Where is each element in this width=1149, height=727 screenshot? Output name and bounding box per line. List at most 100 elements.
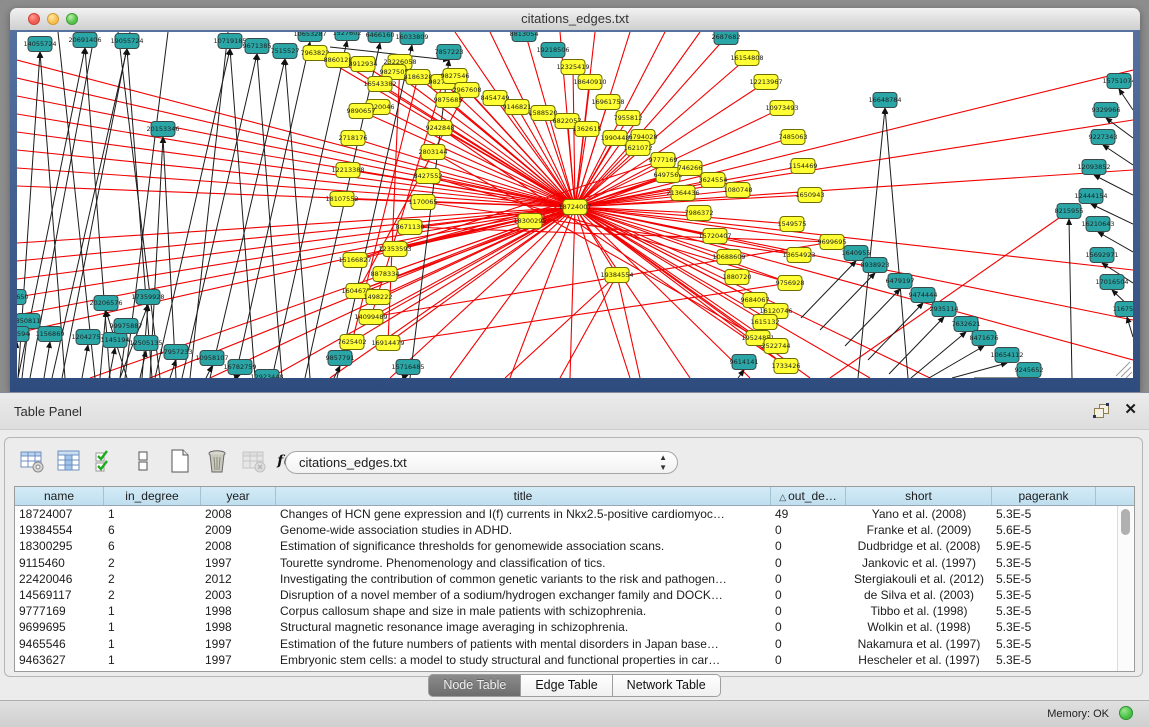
column-header-short[interactable]: short (846, 487, 992, 505)
canvas-resize-grip[interactable] (1116, 362, 1132, 378)
table-row[interactable]: 2242004622012Investigating the contribut… (15, 571, 1134, 587)
graph-node-label: 1362615 (573, 125, 602, 133)
table-row[interactable]: 911546021997Tourette syndrome. Phenomeno… (15, 555, 1134, 571)
table-row[interactable]: 977716911998Corpus callosum shape and si… (15, 603, 1134, 619)
graph-node-label: 7986372 (685, 209, 714, 217)
table-cell: Estimation of the future numbers of pati… (276, 636, 771, 652)
column-header-out_de[interactable]: △out_de… (771, 487, 846, 505)
table-cell: 5.3E-5 (992, 652, 1096, 668)
dropdown-value: citations_edges.txt (299, 455, 407, 470)
graph-node-label: 15166827 (338, 256, 371, 264)
table-cell: 2012 (201, 571, 276, 587)
select-columns-icon[interactable] (92, 447, 120, 475)
graph-node-label: 2718176 (339, 134, 368, 142)
table-cell: 0 (771, 603, 846, 619)
table-cell: 5.3E-5 (992, 555, 1096, 571)
row-height-icon[interactable] (129, 447, 157, 475)
graph-node-label: 9329966 (1092, 106, 1121, 114)
graph-node-label: 16648784 (868, 96, 901, 104)
float-panel-icon[interactable] (1094, 404, 1109, 419)
graph-node-label: 15720407 (698, 232, 731, 240)
table-cell: 6 (104, 538, 201, 554)
network-canvas-svg[interactable]: 1405572420691406190557241071918596713857… (17, 32, 1133, 378)
graph-node-label: 15716485 (391, 363, 424, 371)
table-row[interactable]: 946362711997Embryonic stem cells: a mode… (15, 652, 1134, 668)
graph-node-label: 12093852 (1077, 163, 1110, 171)
tab-node-table[interactable]: Node Table (428, 674, 521, 697)
table-cell: Changes of HCN gene expression and I(f) … (276, 506, 771, 522)
table-cell: Embryonic stem cells: a model to study s… (276, 652, 771, 668)
graph-node-label: 1527602 (333, 32, 362, 37)
new-file-icon[interactable] (166, 447, 194, 475)
graph-node-label: 16961758 (591, 98, 624, 106)
table-scrollbar-thumb[interactable] (1121, 509, 1130, 535)
table-row[interactable]: 946554611997Estimation of the future num… (15, 636, 1134, 652)
close-panel-icon[interactable]: ✕ (1124, 401, 1137, 419)
graph-node-label: 8813054 (510, 32, 539, 38)
table-cell: Investigating the contribution of common… (276, 571, 771, 587)
graph-node-label: 9890657 (347, 107, 376, 115)
graph-node-label: 16033809 (395, 33, 428, 41)
table-cell: 5.3E-5 (992, 506, 1096, 522)
graph-node-label: 18640910 (573, 78, 606, 86)
graph-node-label: 19384554 (600, 271, 633, 279)
column-header-in_degree[interactable]: in_degree (104, 487, 201, 505)
graph-node-label: 1640955 (842, 249, 871, 257)
table-panel-title: Table Panel (14, 404, 82, 419)
table-cell: Structural magnetic resonance image aver… (276, 619, 771, 635)
graph-node-label: 9827546 (441, 72, 470, 80)
graph-node-label: 7485063 (779, 133, 808, 141)
table-row[interactable]: 1456911722003Disruption of a novel membe… (15, 587, 1134, 603)
table-settings-icon[interactable] (18, 447, 46, 475)
table-cell: Yano et al. (2008) (846, 506, 992, 522)
table-tabs: Node Table Edge Table Network Table (0, 674, 1149, 697)
table-toolbar: f(x) (18, 446, 305, 476)
graph-node-label: 1588520 (529, 109, 558, 117)
graph-node-label: 8878334 (371, 270, 400, 278)
table-scrollbar[interactable] (1117, 506, 1133, 671)
delete-table-icon[interactable] (240, 447, 268, 475)
window-titlebar[interactable]: citations_edges.txt (10, 8, 1140, 31)
graph-node-label: 7632621 (952, 320, 981, 328)
table-row[interactable]: 1938455462009Genome-wide association stu… (15, 522, 1134, 538)
table-select-dropdown[interactable]: citations_edges.txt ▲▼ (285, 451, 678, 474)
table-cell: 5.3E-5 (992, 603, 1096, 619)
graph-node-label: 1650943 (796, 191, 825, 199)
graph-node-label: 8427552 (414, 172, 443, 180)
graph-node-label: 6479197 (886, 277, 915, 285)
graph-node-label: 9684067 (741, 296, 770, 304)
table-cell: 19384554 (15, 522, 104, 538)
graph-node-label: 16210643 (1081, 220, 1114, 228)
table-cell: Hescheler et al. (1997) (846, 652, 992, 668)
network-canvas[interactable]: 1405572420691406190557241071918596713857… (17, 32, 1133, 378)
memory-status-indicator[interactable] (1119, 706, 1133, 720)
graph-node-label: 14055724 (23, 40, 56, 48)
graph-node-label: 20153346 (146, 125, 179, 133)
node-table: namein_degreeyeartitle△out_de…shortpager… (14, 486, 1135, 672)
table-cell: Disruption of a novel member of a sodium… (276, 587, 771, 603)
table-cell: 22420046 (15, 571, 104, 587)
column-header-pagerank[interactable]: pagerank (992, 487, 1096, 505)
table-columns-icon[interactable] (55, 447, 83, 475)
column-header-year[interactable]: year (201, 487, 276, 505)
tab-edge-table[interactable]: Edge Table (521, 674, 612, 697)
table-row[interactable]: 1830029562008Estimation of significance … (15, 538, 1134, 554)
table-cell: 1 (104, 603, 201, 619)
table-cell: 1997 (201, 636, 276, 652)
column-header-name[interactable]: name (15, 487, 104, 505)
graph-node-label: 9671385 (243, 42, 272, 50)
table-row[interactable]: 1872400712008Changes of HCN gene express… (15, 506, 1134, 522)
graph-node-label: 21364436 (666, 189, 699, 197)
delete-file-icon[interactable] (203, 447, 231, 475)
graph-node-label: 9756928 (776, 279, 805, 287)
table-cell: Tibbo et al. (1998) (846, 603, 992, 619)
table-panel: Table Panel ✕ f(x) c (0, 392, 1149, 700)
graph-node-label: 12444154 (1074, 192, 1107, 200)
table-cell: 1998 (201, 603, 276, 619)
tab-network-table[interactable]: Network Table (613, 674, 721, 697)
graph-node-label: 16154808 (730, 54, 763, 62)
graph-node-label: 3624554 (699, 176, 728, 184)
table-row[interactable]: 969969511998Structural magnetic resonanc… (15, 619, 1134, 635)
table-cell: 5.3E-5 (992, 636, 1096, 652)
column-header-title[interactable]: title (276, 487, 771, 505)
